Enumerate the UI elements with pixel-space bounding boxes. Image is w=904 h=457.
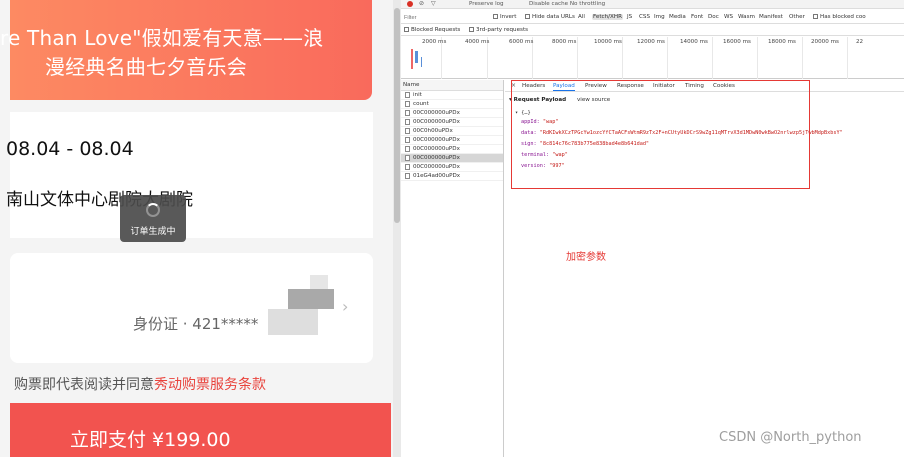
highlight-box [511, 80, 810, 189]
timeline-tick: 16000 ms [723, 39, 751, 45]
agreement-prefix: 购票即代表阅读并同意 [14, 377, 154, 393]
event-info-card: 08.04 - 08.04 南山文体中心剧院大剧院 [6, 112, 373, 238]
request-row[interactable]: init [401, 91, 503, 100]
request-row[interactable]: 00C000000uPDx [401, 163, 503, 172]
event-banner: re Than Love"假如爱有天意——浪 漫经典名曲七夕音乐会 [0, 0, 372, 100]
blur-mask [288, 289, 334, 309]
document-icon [405, 128, 410, 134]
request-row[interactable]: 00C000000uPDx [401, 136, 503, 145]
network-toolbar: ⊘ ▽ Preserve log Disable cache No thrott… [401, 0, 904, 9]
type-filter-all[interactable]: All [578, 14, 585, 20]
blur-mask [310, 275, 328, 289]
document-icon [405, 173, 410, 179]
document-icon [405, 137, 410, 143]
type-filter-font[interactable]: Font [691, 14, 703, 20]
request-row[interactable]: 00C000000uPDx [401, 118, 503, 127]
has-blocked-cookies-checkbox[interactable]: Has blocked coo [813, 14, 866, 20]
request-row[interactable]: 01eG4ad00uPDx [401, 172, 503, 181]
throttling-select[interactable]: Disable cache No throttling [529, 1, 605, 7]
type-filter-ws[interactable]: WS [724, 14, 733, 20]
watermark: CSDN @North_python [719, 430, 862, 445]
mobile-checkout-page: re Than Love"假如爱有天意——浪 漫经典名曲七夕音乐会 08.04 … [0, 0, 393, 457]
pay-now-label: 立即支付 ¥199.00 [70, 429, 231, 451]
request-row[interactable]: count [401, 100, 503, 109]
clear-icon[interactable]: ⊘ [419, 0, 424, 7]
document-icon [405, 101, 410, 107]
network-timeline[interactable]: 2000 ms 4000 ms 6000 ms 8000 ms 10000 ms… [401, 37, 904, 79]
event-title-line1: re Than Love"假如爱有天意——浪 [0, 26, 324, 50]
timeline-tick: 4000 ms [465, 39, 490, 45]
viewer-id-number: 身份证 · 421***** [133, 315, 259, 333]
timeline-tick: 20000 ms [811, 39, 839, 45]
blocked-requests-checkbox[interactable]: Blocked Requests [404, 27, 460, 33]
request-row[interactable]: 00C000000uPDx [401, 109, 503, 118]
document-icon [405, 110, 410, 116]
viewer-card[interactable]: 身份证 · 421***** › [10, 253, 373, 363]
type-filter-doc[interactable]: Doc [708, 14, 719, 20]
timeline-tick: 22 [856, 39, 864, 45]
timeline-tick: 18000 ms [768, 39, 796, 45]
timeline-tick: 8000 ms [552, 39, 577, 45]
document-icon [405, 92, 410, 98]
timeline-tick: 10000 ms [594, 39, 622, 45]
waterfall-bar [421, 57, 422, 67]
third-party-checkbox[interactable]: 3rd-party requests [469, 27, 528, 33]
waterfall-bar [411, 49, 413, 69]
annotation-label: 加密参数 [566, 252, 606, 263]
type-filter-fetch-xhr[interactable]: Fetch/XHR [592, 14, 623, 20]
toast-text: 订单生成中 [130, 227, 176, 237]
type-filter-img[interactable]: Img [654, 14, 665, 20]
record-icon[interactable] [407, 1, 413, 7]
timeline-tick: 2000 ms [422, 39, 447, 45]
event-date-range: 08.04 - 08.04 [6, 138, 134, 160]
filter-icon[interactable]: ▽ [431, 0, 436, 7]
type-filter-manifest[interactable]: Manifest [759, 14, 783, 20]
pay-now-button[interactable]: 立即支付 ¥199.00 [10, 403, 391, 457]
loading-toast: 订单生成中 [120, 195, 186, 242]
chevron-right-icon[interactable]: › [342, 297, 348, 316]
type-filter-media[interactable]: Media [669, 14, 686, 20]
spinner-icon [146, 203, 160, 217]
name-column-header[interactable]: Name [401, 80, 503, 91]
type-filter-other[interactable]: Other [789, 14, 805, 20]
document-icon [405, 155, 410, 161]
request-list: Name init count 00C000000uPDx 00C000000u… [401, 80, 504, 457]
type-filter-wasm[interactable]: Wasm [738, 14, 755, 20]
scrollbar-thumb[interactable] [394, 8, 400, 223]
hide-data-urls-checkbox[interactable]: Hide data URLs [525, 14, 575, 20]
purchase-agreement: 购票即代表阅读并同意秀动购票服务条款 [14, 374, 266, 394]
waterfall-bar [415, 51, 418, 63]
blur-mask [268, 309, 318, 335]
devtools-network-panel: ⊘ ▽ Preserve log Disable cache No thrott… [401, 0, 904, 457]
document-icon [405, 146, 410, 152]
document-icon [405, 119, 410, 125]
request-row[interactable]: 00C000000uPDx [401, 145, 503, 154]
timeline-tick: 12000 ms [637, 39, 665, 45]
request-options-bar: Blocked Requests 3rd-party requests [401, 25, 904, 36]
request-row[interactable]: 00C0h00uPDx [401, 127, 503, 136]
preserve-log-checkbox[interactable]: Preserve log [469, 1, 504, 7]
filter-bar: Invert Hide data URLs All Fetch/XHR JS C… [401, 11, 904, 24]
request-row-selected[interactable]: 00C000000uPDx [401, 154, 503, 163]
filter-input[interactable] [404, 13, 488, 22]
event-title-line2: 漫经典名曲七夕音乐会 [45, 55, 247, 79]
timeline-tick: 14000 ms [680, 39, 708, 45]
type-filter-css[interactable]: CSS [639, 14, 650, 20]
type-filter-js[interactable]: JS [627, 14, 632, 20]
timeline-tick: 6000 ms [509, 39, 534, 45]
invert-checkbox[interactable]: Invert [493, 14, 516, 20]
document-icon [405, 164, 410, 170]
page-scrollbar[interactable] [393, 0, 401, 457]
terms-link[interactable]: 秀动购票服务条款 [154, 377, 266, 393]
